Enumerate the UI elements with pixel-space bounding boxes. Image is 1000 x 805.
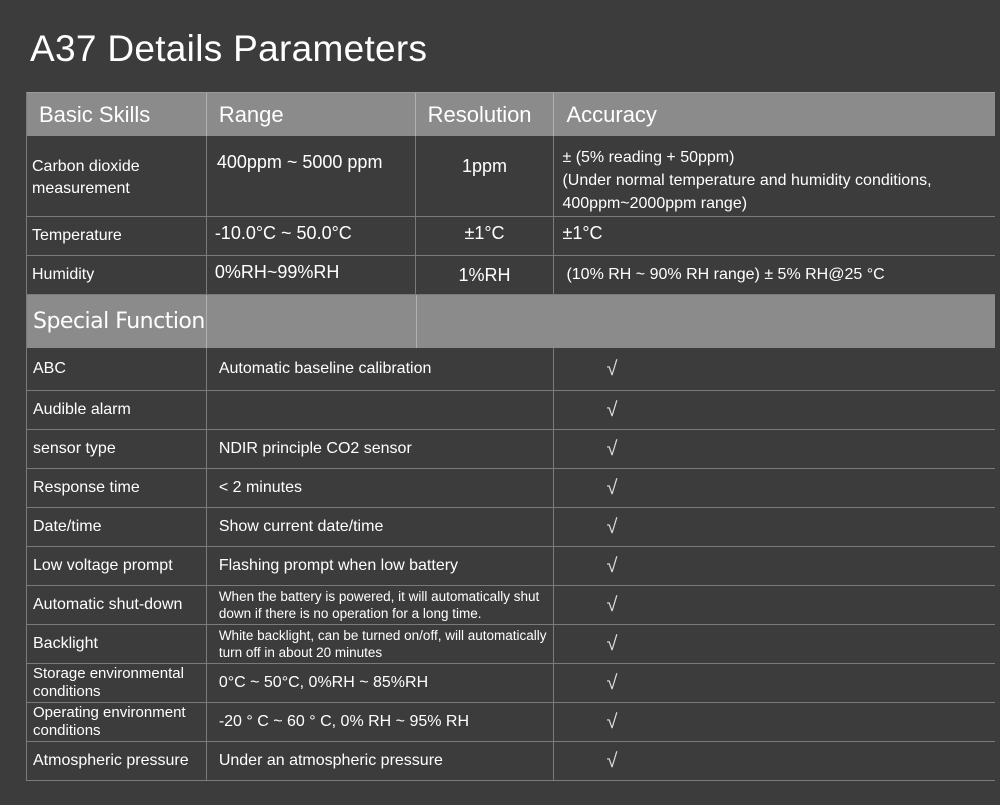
function-name-cell: Operating environment conditions [27,703,207,741]
function-name-cell: ABC [27,348,207,390]
accuracy-cell: (10% RH ~ 90% RH range) ± 5% RH@25 °C [566,266,885,283]
page-title: A37 Details Parameters [30,28,428,69]
skill-cell: Humidity [27,256,207,294]
check-mark-icon: √ [606,476,618,499]
resolution-cell: ±1°C [416,217,555,255]
skill-cell: Carbon dioxide measurement [27,136,207,216]
table-row: Date/time Show current date/time √ [26,508,995,547]
table-row: Automatic shut-down When the battery is p… [26,586,995,625]
check-mark-icon: √ [606,357,618,380]
special-function-title: Special Function [27,295,207,348]
table-row: Temperature -10.0°C ~ 50.0°C ±1°C ±1°C [26,217,995,256]
function-desc-cell: 0°C ~ 50°C, 0%RH ~ 85%RH [207,664,555,702]
header-basic-skills: Basic Skills [27,93,207,136]
function-desc-cell: White backlight, can be turned on/off, w… [207,625,555,663]
table-row: ABC Automatic baseline calibration √ [26,348,995,391]
accuracy-cell: ±1°C [562,223,603,243]
function-name-cell: Response time [27,469,207,507]
function-name-cell: Date/time [27,508,207,546]
resolution-cell: 1%RH [416,256,555,294]
header-accuracy: Accuracy [566,101,657,127]
range-cell: 400ppm ~ 5000 ppm [207,136,416,216]
function-name-cell: Automatic shut-down [27,586,207,624]
special-function-header: Special Function [26,295,995,348]
function-name-cell: Audible alarm [27,391,207,429]
check-mark-icon: √ [606,710,618,733]
parameters-table: Basic Skills Range Resolution Accuracy C… [26,92,995,781]
check-mark-icon: √ [606,671,618,694]
check-mark-icon: √ [606,398,618,421]
check-mark-icon: √ [606,632,618,655]
function-desc-cell: Flashing prompt when low battery [207,547,555,585]
header-empty-cell [207,295,416,348]
table-row: sensor type NDIR principle CO2 sensor √ [26,430,995,469]
function-desc-cell: Under an atmospheric pressure [207,742,555,780]
function-desc-cell: -20 ° C ~ 60 ° C, 0% RH ~ 95% RH [207,703,555,741]
function-rows: ABC Automatic baseline calibration √ Audibl… [26,348,995,781]
function-name-cell: Low voltage prompt [27,547,207,585]
function-desc-cell: NDIR principle CO2 sensor [207,430,555,468]
check-mark-icon: √ [606,554,618,577]
table-row: Humidity 0%RH~99%RH 1%RH (10% RH ~ 90% R… [26,256,995,295]
function-desc-cell: < 2 minutes [207,469,555,507]
function-desc-cell: Automatic baseline calibration [207,348,555,390]
function-desc-cell: When the battery is powered, it will aut… [207,586,555,624]
accuracy-line: ± (5% reading + 50ppm) [562,149,735,166]
skill-cell: Temperature [27,217,207,255]
function-desc-cell [207,391,555,429]
table-header-row: Basic Skills Range Resolution Accuracy [26,92,995,136]
table-row: Response time < 2 minutes √ [26,469,995,508]
accuracy-line: 400ppm~2000ppm range) [562,195,748,212]
check-mark-icon: √ [606,437,618,460]
check-mark-icon: √ [606,515,618,538]
check-mark-icon: √ [606,749,618,772]
function-name-cell: sensor type [27,430,207,468]
table-row: Carbon dioxide measurement 400ppm ~ 5000… [26,136,995,217]
header-empty-cell [416,295,857,348]
check-mark-icon: √ [606,593,618,616]
table-row: Storage environmental conditions 0°C ~ 50… [26,664,995,703]
accuracy-cell: ± (5% reading + 50ppm) (Under normal tem… [554,136,995,216]
range-cell: 0%RH~99%RH [207,256,416,294]
table-row: Operating environment conditions -20 ° C … [26,703,995,742]
function-name-cell: Atmospheric pressure [27,742,207,780]
function-desc-cell: Show current date/time [207,508,555,546]
resolution-cell: 1ppm [416,136,555,216]
table-row: Audible alarm √ [26,391,995,430]
table-row: Atmospheric pressure Under an atmospheric… [26,742,995,781]
accuracy-line: (Under normal temperature and humidity c… [562,172,932,189]
header-resolution: Resolution [416,93,555,136]
table-row: Backlight White backlight, can be turned … [26,625,995,664]
table-row: Low voltage prompt Flashing prompt when l… [26,547,995,586]
range-cell: -10.0°C ~ 50.0°C [207,217,416,255]
function-name-cell: Backlight [27,625,207,663]
function-name-cell: Storage environmental conditions [27,664,207,702]
header-range: Range [207,93,416,136]
